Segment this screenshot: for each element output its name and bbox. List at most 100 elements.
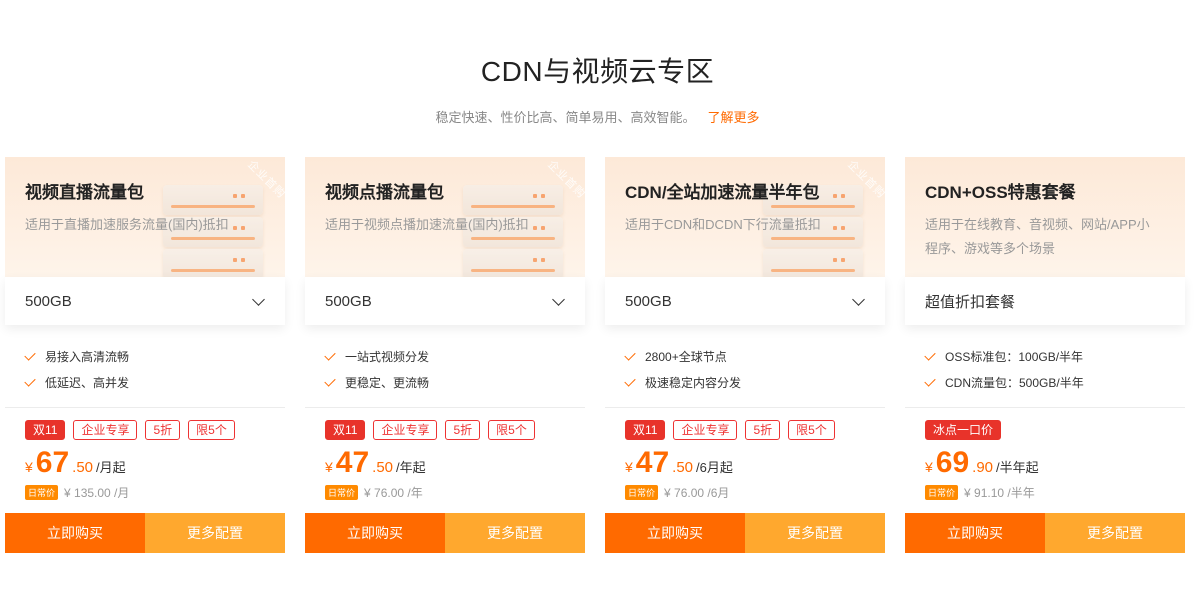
product-card-cdn-oss: CDN+OSS特惠套餐 适用于在线教育、音视频、网站/APP小程序、游戏等多个场… bbox=[905, 157, 1185, 553]
card-actions: 立即购买 更多配置 bbox=[605, 513, 885, 553]
card-actions: 立即购买 更多配置 bbox=[905, 513, 1185, 553]
price: ¥ 69 .90 /半年起 bbox=[925, 445, 1039, 481]
feature-item: 极速稳定内容分发 bbox=[624, 369, 742, 395]
daily-price-value: ¥ 91.10 /半年 bbox=[964, 486, 1035, 500]
promo-badge: 企业专享 bbox=[373, 420, 438, 440]
learn-more-link[interactable]: 了解更多 bbox=[708, 110, 760, 125]
promo-badge: 双11 bbox=[325, 420, 366, 440]
price-integer: 47 bbox=[635, 446, 670, 479]
promo-badge: 限5个 bbox=[788, 420, 835, 440]
feature-text: OSS标准包：100GB/半年 bbox=[945, 349, 1084, 364]
promo-badge: 企业专享 bbox=[73, 420, 138, 440]
buy-now-button[interactable]: 立即购买 bbox=[605, 513, 745, 553]
more-config-button[interactable]: 更多配置 bbox=[445, 513, 585, 553]
price-integer: 69 bbox=[935, 446, 970, 479]
product-card-vod: 企业首购 视频点播流量包 适用于视频点播加速流量(国内)抵扣 500GB 一站式… bbox=[305, 157, 585, 553]
buy-now-button[interactable]: 立即购买 bbox=[905, 513, 1045, 553]
feature-text: 低延迟、高并发 bbox=[45, 375, 130, 390]
buy-now-button[interactable]: 立即购买 bbox=[305, 513, 445, 553]
price-integer: 47 bbox=[335, 446, 370, 479]
check-icon bbox=[24, 374, 36, 387]
spec-select[interactable]: 500GB bbox=[305, 277, 585, 325]
promo-badge: 5折 bbox=[145, 420, 181, 440]
card-title: CDN+OSS特惠套餐 bbox=[925, 183, 1076, 202]
price-unit: /年起 bbox=[396, 460, 426, 475]
card-header: 企业首购 CDN/全站加速流量半年包 适用于CDN和DCDN下行流量抵扣 bbox=[605, 157, 885, 277]
promo-badges: 双11 企业专享 5折 限5个 bbox=[625, 420, 835, 440]
price-unit: /月起 bbox=[96, 460, 126, 475]
divider bbox=[305, 407, 585, 408]
package-label-value: 超值折扣套餐 bbox=[925, 293, 1016, 311]
daily-price: 日常价 ¥ 76.00 /6月 bbox=[625, 484, 729, 501]
feature-text: 2800+全球节点 bbox=[645, 349, 727, 364]
price-decimal: .90 bbox=[972, 459, 994, 476]
feature-item: 易接入高清流畅 bbox=[24, 343, 130, 369]
buy-now-button[interactable]: 立即购买 bbox=[5, 513, 145, 553]
feature-text: CDN流量包：500GB/半年 bbox=[945, 375, 1084, 390]
promo-badge: 冰点一口价 bbox=[925, 420, 1002, 440]
card-description: 适用于直播加速服务流量(国内)抵扣 bbox=[25, 217, 229, 232]
check-icon bbox=[924, 348, 936, 361]
spec-select[interactable]: 500GB bbox=[5, 277, 285, 325]
spec-select[interactable]: 500GB bbox=[605, 277, 885, 325]
daily-price-value: ¥ 76.00 /年 bbox=[364, 486, 423, 500]
section-subtitle: 稳定快速、性价比高、简单易用、高效智能。 了解更多 bbox=[0, 107, 1195, 126]
feature-list: 易接入高清流畅 低延迟、高并发 bbox=[24, 343, 130, 395]
price: ¥ 47 .50 /6月起 bbox=[625, 445, 733, 481]
daily-price-tag: 日常价 bbox=[25, 485, 59, 500]
subtitle-text: 稳定快速、性价比高、简单易用、高效智能。 bbox=[435, 110, 696, 125]
daily-price: 日常价 ¥ 135.00 /月 bbox=[25, 484, 129, 501]
chevron-down-icon bbox=[252, 293, 265, 306]
check-icon bbox=[624, 348, 636, 361]
spec-select-value: 500GB bbox=[25, 292, 72, 310]
feature-text: 更稳定、更流畅 bbox=[345, 375, 430, 390]
card-title: CDN/全站加速流量半年包 bbox=[625, 183, 820, 202]
promo-badge: 限5个 bbox=[488, 420, 535, 440]
card-description: 适用于在线教育、音视频、网站/APP小程序、游戏等多个场景 bbox=[925, 217, 1150, 256]
price-currency: ¥ bbox=[25, 459, 33, 475]
promo-badges: 冰点一口价 bbox=[925, 420, 1002, 440]
price-currency: ¥ bbox=[625, 459, 633, 475]
promo-badges: 双11 企业专享 5折 限5个 bbox=[25, 420, 235, 440]
card-header: 企业首购 视频直播流量包 适用于直播加速服务流量(国内)抵扣 bbox=[5, 157, 285, 277]
chevron-down-icon bbox=[552, 293, 565, 306]
more-config-button[interactable]: 更多配置 bbox=[745, 513, 885, 553]
promo-badge: 双11 bbox=[625, 420, 666, 440]
price-currency: ¥ bbox=[925, 459, 933, 475]
card-description: 适用于视频点播加速流量(国内)抵扣 bbox=[325, 217, 529, 232]
card-actions: 立即购买 更多配置 bbox=[5, 513, 285, 553]
more-config-button[interactable]: 更多配置 bbox=[145, 513, 285, 553]
feature-text: 一站式视频分发 bbox=[345, 349, 430, 364]
divider bbox=[5, 407, 285, 408]
price-unit: /6月起 bbox=[696, 460, 733, 475]
daily-price-tag: 日常价 bbox=[925, 485, 959, 500]
price-currency: ¥ bbox=[325, 459, 333, 475]
feature-list: 2800+全球节点 极速稳定内容分发 bbox=[624, 343, 742, 395]
chevron-down-icon bbox=[852, 293, 865, 306]
check-icon bbox=[624, 374, 636, 387]
feature-text: 极速稳定内容分发 bbox=[645, 375, 742, 390]
divider bbox=[905, 407, 1185, 408]
daily-price: 日常价 ¥ 91.10 /半年 bbox=[925, 484, 1035, 501]
more-config-button[interactable]: 更多配置 bbox=[1045, 513, 1185, 553]
spec-select-value: 500GB bbox=[625, 292, 672, 310]
price-decimal: .50 bbox=[372, 459, 394, 476]
divider bbox=[605, 407, 885, 408]
daily-price-value: ¥ 76.00 /6月 bbox=[664, 486, 730, 500]
product-cards: 企业首购 视频直播流量包 适用于直播加速服务流量(国内)抵扣 500GB 易接入… bbox=[5, 157, 1185, 553]
daily-price-tag: 日常价 bbox=[625, 485, 659, 500]
feature-item: 一站式视频分发 bbox=[324, 343, 430, 369]
check-icon bbox=[324, 374, 336, 387]
card-header: CDN+OSS特惠套餐 适用于在线教育、音视频、网站/APP小程序、游戏等多个场… bbox=[905, 157, 1185, 277]
promo-badge: 5折 bbox=[445, 420, 481, 440]
feature-item: 低延迟、高并发 bbox=[24, 369, 130, 395]
check-icon bbox=[24, 348, 36, 361]
price: ¥ 67 .50 /月起 bbox=[25, 445, 126, 481]
section-title: CDN与视频云专区 bbox=[480, 56, 715, 87]
product-card-live: 企业首购 视频直播流量包 适用于直播加速服务流量(国内)抵扣 500GB 易接入… bbox=[5, 157, 285, 553]
card-header: 企业首购 视频点播流量包 适用于视频点播加速流量(国内)抵扣 bbox=[305, 157, 585, 277]
feature-text: 易接入高清流畅 bbox=[45, 349, 130, 364]
card-title: 视频直播流量包 bbox=[25, 183, 144, 202]
feature-item: CDN流量包：500GB/半年 bbox=[924, 369, 1084, 395]
product-card-cdn: 企业首购 CDN/全站加速流量半年包 适用于CDN和DCDN下行流量抵扣 500… bbox=[605, 157, 885, 553]
